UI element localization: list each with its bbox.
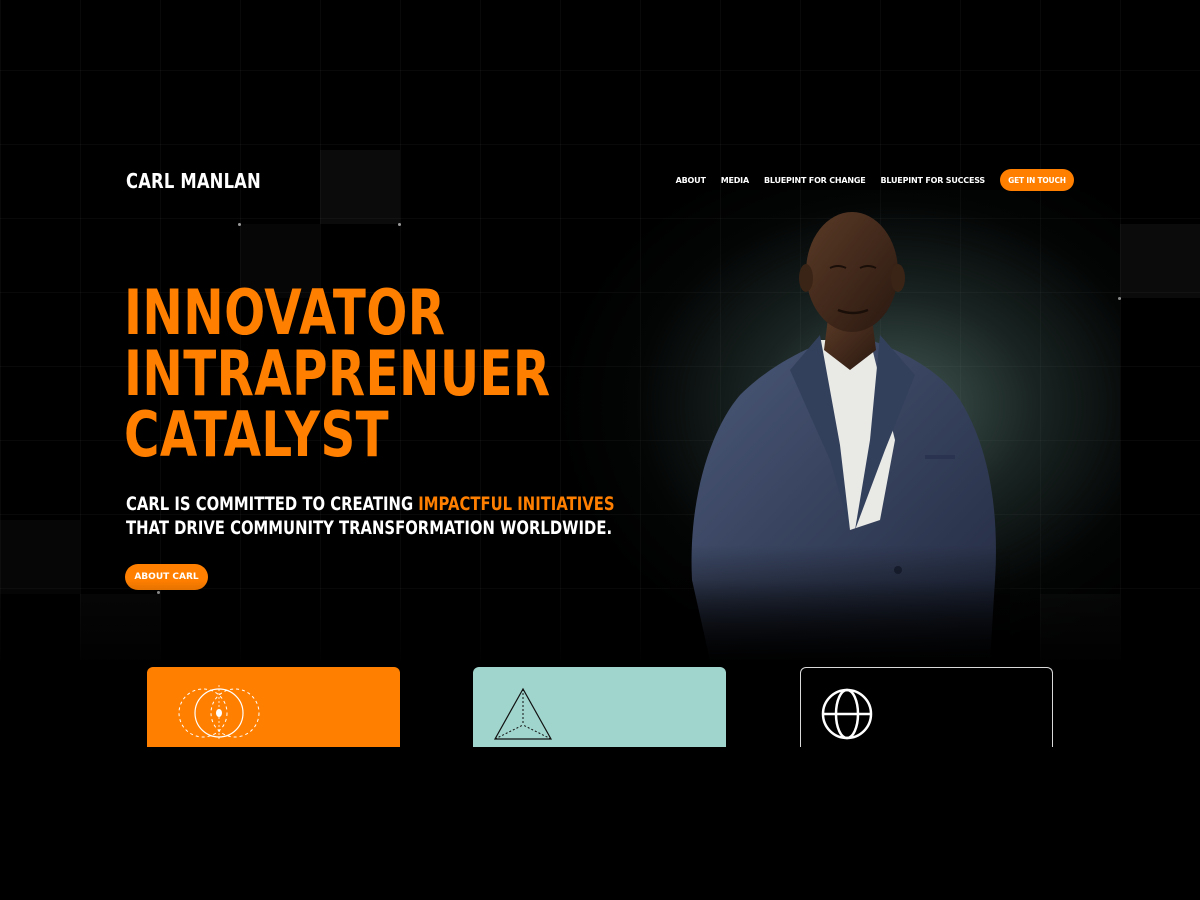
background-tile bbox=[320, 150, 400, 224]
tagline-text: CARL IS COMMITTED TO CREATING bbox=[126, 493, 419, 515]
globe-icon bbox=[821, 688, 873, 740]
feature-card-1[interactable] bbox=[147, 667, 400, 747]
overlapping-circles-icon bbox=[178, 685, 260, 741]
headline-line-2: INTRAPRENUER bbox=[124, 337, 551, 410]
site-logo[interactable]: CARL MANLAN bbox=[126, 169, 261, 193]
nav-item-media[interactable]: MEDIA bbox=[721, 176, 749, 185]
feature-card-2[interactable] bbox=[473, 667, 726, 747]
grid-dot bbox=[398, 223, 401, 226]
headline-line-1: INNOVATOR bbox=[124, 276, 446, 349]
nav-item-blueprint-for-success[interactable]: BLUEPINT FOR SUCCESS bbox=[881, 176, 986, 185]
tagline-text-line-2: THAT DRIVE COMMUNITY TRANSFORMATION WORL… bbox=[126, 517, 613, 539]
nav-item-about[interactable]: ABOUT bbox=[676, 176, 706, 185]
grid-dot bbox=[238, 223, 241, 226]
hero-bottom-fade bbox=[0, 580, 1200, 670]
headline-line-3: CATALYST bbox=[124, 398, 390, 471]
get-in-touch-button[interactable]: GET IN TOUCH bbox=[1000, 169, 1074, 191]
hero-tagline: CARL IS COMMITTED TO CREATING IMPACTFUL … bbox=[126, 492, 615, 540]
hero-headline: INNOVATOR INTRAPRENUER CATALYST bbox=[124, 276, 551, 471]
feature-card-3[interactable] bbox=[800, 667, 1053, 747]
pyramid-icon bbox=[493, 687, 553, 740]
tagline-accent: IMPACTFUL INITIATIVES bbox=[418, 493, 615, 515]
nav-item-blueprint-for-change[interactable]: BLUEPINT FOR CHANGE bbox=[764, 176, 866, 185]
background-tile bbox=[1120, 224, 1200, 298]
main-nav: ABOUT MEDIA BLUEPINT FOR CHANGE BLUEPINT… bbox=[676, 169, 1074, 191]
